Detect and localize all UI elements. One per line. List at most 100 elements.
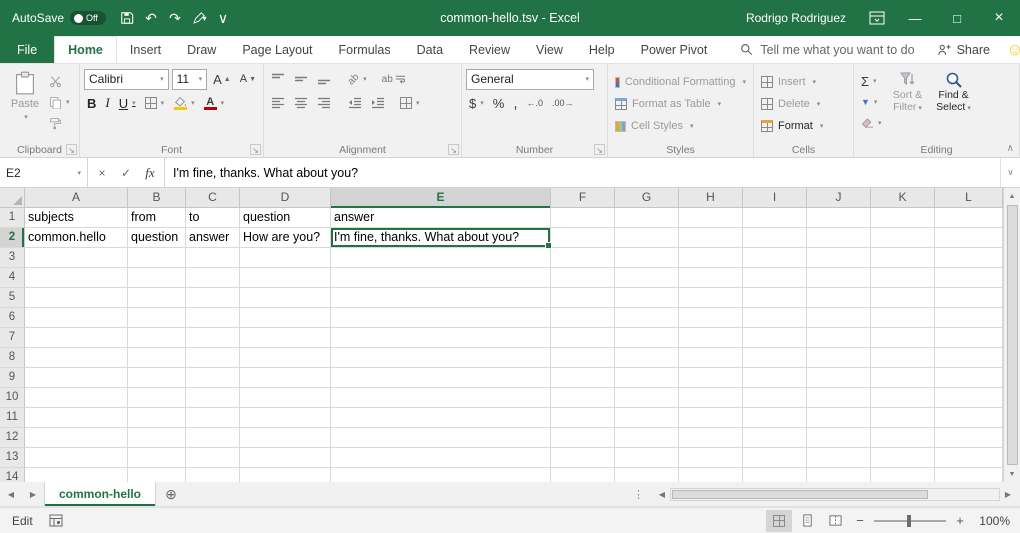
cell-A5[interactable]: [25, 288, 128, 308]
underline-button[interactable]: U ▾: [116, 94, 139, 112]
format-cells-button[interactable]: Format ▾: [758, 116, 849, 136]
cell-F14[interactable]: [551, 468, 615, 482]
feedback-smiley-icon[interactable]: ☺: [1002, 40, 1020, 60]
cell-I7[interactable]: [743, 328, 807, 348]
cell-H9[interactable]: [679, 368, 743, 388]
copy-icon[interactable]: ▾: [46, 93, 73, 111]
cell-G13[interactable]: [615, 448, 679, 468]
cell-B9[interactable]: [128, 368, 186, 388]
cell-G8[interactable]: [615, 348, 679, 368]
column-header-D[interactable]: D: [240, 188, 331, 208]
cell-I11[interactable]: [743, 408, 807, 428]
insert-function-button[interactable]: fx: [138, 165, 162, 181]
cell-E8[interactable]: [331, 348, 551, 368]
cell-E12[interactable]: [331, 428, 551, 448]
cell-D12[interactable]: [240, 428, 331, 448]
cell-H6[interactable]: [679, 308, 743, 328]
tab-review[interactable]: Review: [456, 36, 523, 63]
cell-E13[interactable]: [331, 448, 551, 468]
decrease-decimal-button[interactable]: .00→: [549, 94, 577, 112]
decrease-indent-icon[interactable]: [345, 94, 365, 112]
cell-K8[interactable]: [871, 348, 935, 368]
cell-F6[interactable]: [551, 308, 615, 328]
cell-K3[interactable]: [871, 248, 935, 268]
formula-input[interactable]: I'm fine, thanks. What about you?: [165, 158, 1000, 187]
cell-C2[interactable]: answer: [186, 228, 240, 248]
cell-G10[interactable]: [615, 388, 679, 408]
cell-I9[interactable]: [743, 368, 807, 388]
cell-C14[interactable]: [186, 468, 240, 482]
cell-F1[interactable]: [551, 208, 615, 228]
cell-I5[interactable]: [743, 288, 807, 308]
cell-B2[interactable]: question: [128, 228, 186, 248]
format-painter-icon[interactable]: [46, 114, 73, 132]
cell-E7[interactable]: [331, 328, 551, 348]
number-format-combo[interactable]: General ▾: [466, 69, 594, 90]
cell-B11[interactable]: [128, 408, 186, 428]
cell-B4[interactable]: [128, 268, 186, 288]
grow-font-button[interactable]: A▲: [210, 70, 234, 88]
cell-D5[interactable]: [240, 288, 331, 308]
cell-G9[interactable]: [615, 368, 679, 388]
cell-H13[interactable]: [679, 448, 743, 468]
cell-D9[interactable]: [240, 368, 331, 388]
increase-indent-icon[interactable]: [368, 94, 388, 112]
cell-K2[interactable]: [871, 228, 935, 248]
cell-B3[interactable]: [128, 248, 186, 268]
confirm-entry-button[interactable]: ✓: [114, 166, 138, 180]
cell-G1[interactable]: [615, 208, 679, 228]
row-header-10[interactable]: 10: [0, 388, 25, 408]
tab-page-layout[interactable]: Page Layout: [229, 36, 325, 63]
cell-L6[interactable]: [935, 308, 1003, 328]
cell-C11[interactable]: [186, 408, 240, 428]
cell-E6[interactable]: [331, 308, 551, 328]
cell-I6[interactable]: [743, 308, 807, 328]
cell-L3[interactable]: [935, 248, 1003, 268]
insert-cells-button[interactable]: Insert ▾: [758, 72, 849, 92]
font-color-button[interactable]: A ▾: [201, 94, 228, 112]
vertical-scroll-thumb[interactable]: [1007, 205, 1018, 465]
zoom-slider[interactable]: [874, 512, 946, 530]
tab-draw[interactable]: Draw: [174, 36, 229, 63]
cell-D6[interactable]: [240, 308, 331, 328]
cell-J13[interactable]: [807, 448, 871, 468]
tab-insert[interactable]: Insert: [117, 36, 174, 63]
cell-J2[interactable]: [807, 228, 871, 248]
cell-L13[interactable]: [935, 448, 1003, 468]
save-icon[interactable]: [116, 5, 138, 31]
sort-filter-button[interactable]: Sort & Filter▾: [885, 67, 931, 132]
cell-A7[interactable]: [25, 328, 128, 348]
alignment-dialog-launcher-icon[interactable]: ↘: [448, 144, 459, 155]
cell-K13[interactable]: [871, 448, 935, 468]
percent-style-button[interactable]: %: [490, 94, 508, 112]
font-name-combo[interactable]: Calibri ▾: [84, 69, 169, 90]
delete-cells-button[interactable]: Delete ▾: [758, 94, 849, 114]
cell-F9[interactable]: [551, 368, 615, 388]
new-sheet-icon[interactable]: ⊕: [156, 482, 186, 506]
column-header-L[interactable]: L: [935, 188, 1003, 208]
cell-H5[interactable]: [679, 288, 743, 308]
sheet-nav-right-icon[interactable]: ▶: [22, 482, 44, 506]
cell-styles-button[interactable]: Cell Styles ▾: [612, 116, 749, 136]
cell-F2[interactable]: [551, 228, 615, 248]
align-left-icon[interactable]: [268, 94, 288, 112]
row-header-7[interactable]: 7: [0, 328, 25, 348]
cell-F11[interactable]: [551, 408, 615, 428]
cell-H4[interactable]: [679, 268, 743, 288]
cell-J4[interactable]: [807, 268, 871, 288]
cell-K11[interactable]: [871, 408, 935, 428]
cell-E9[interactable]: [331, 368, 551, 388]
cell-D1[interactable]: question: [240, 208, 331, 228]
cell-J10[interactable]: [807, 388, 871, 408]
inking-icon[interactable]: ▾: [188, 5, 210, 31]
cell-D4[interactable]: [240, 268, 331, 288]
row-header-4[interactable]: 4: [0, 268, 25, 288]
find-select-button[interactable]: Find & Select▾: [931, 67, 977, 132]
cell-A3[interactable]: [25, 248, 128, 268]
cancel-entry-button[interactable]: ×: [90, 166, 114, 180]
row-header-14[interactable]: 14: [0, 468, 25, 482]
cell-B10[interactable]: [128, 388, 186, 408]
cell-F13[interactable]: [551, 448, 615, 468]
expand-formula-bar-icon[interactable]: ∨: [1000, 158, 1020, 187]
vertical-scrollbar[interactable]: ▲ ▼: [1003, 188, 1020, 482]
